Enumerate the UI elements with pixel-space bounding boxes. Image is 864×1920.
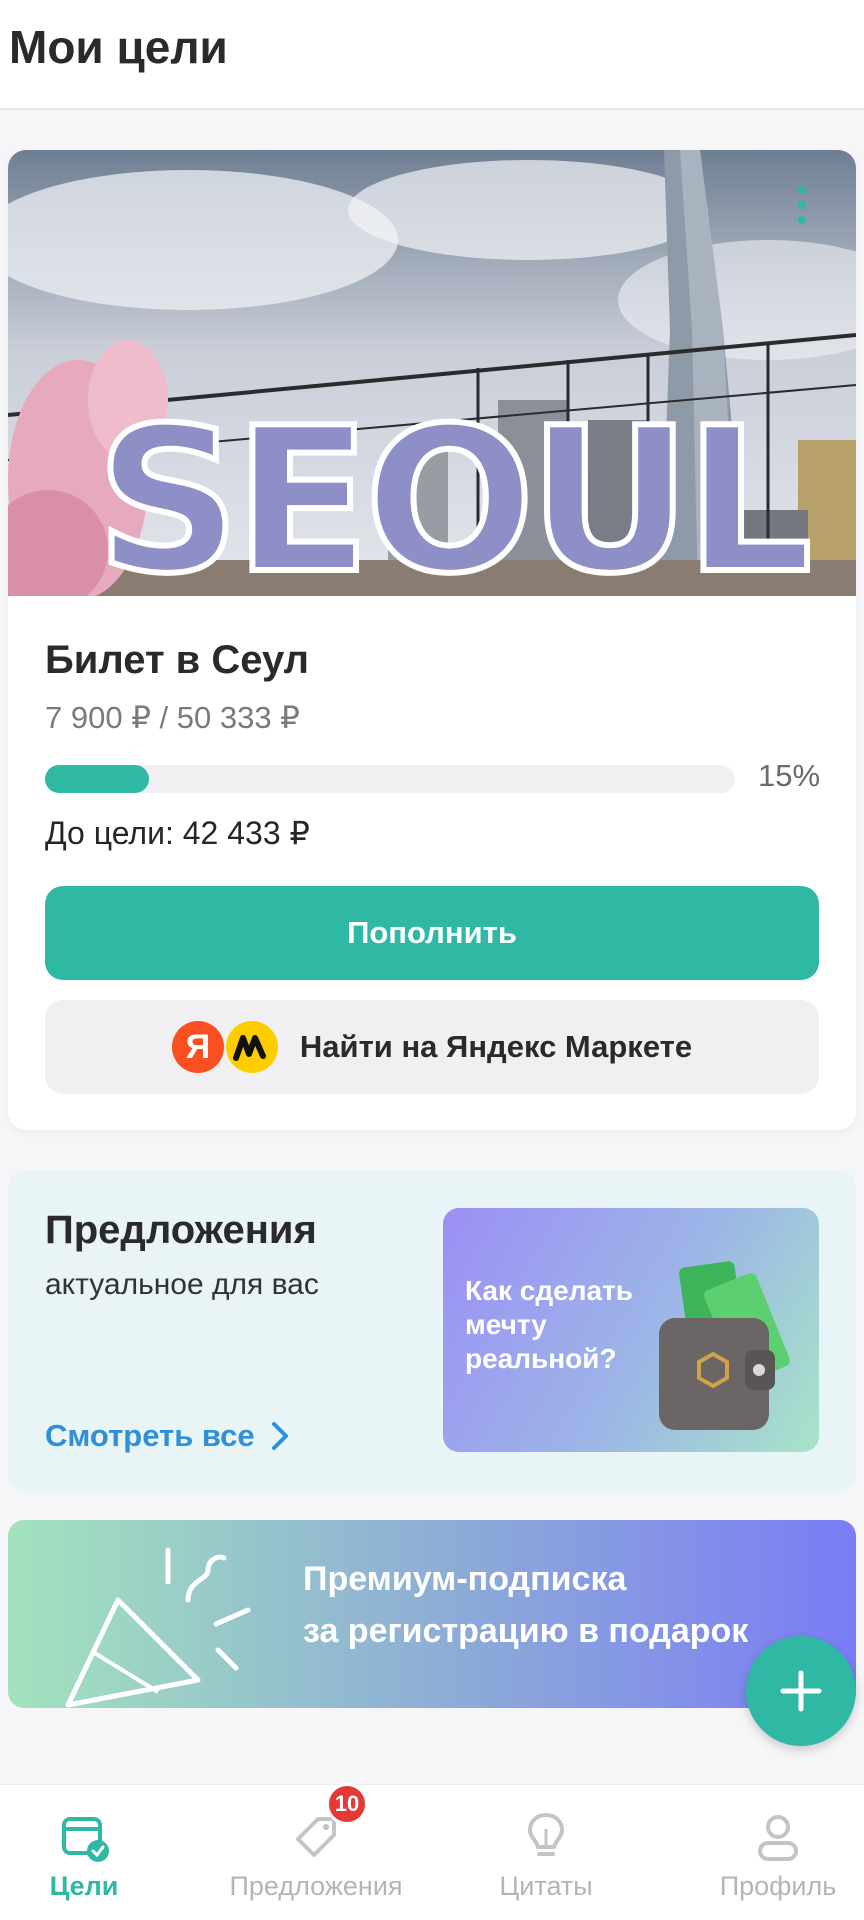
premium-banner[interactable]: Премиум-подписка за регистрацию в подаро… [8, 1520, 856, 1708]
topup-button[interactable]: Пополнить [45, 886, 819, 980]
offers-title: Предложения [45, 1208, 317, 1252]
promo-text: Как сделать мечту реальной? [465, 1275, 633, 1374]
goals-icon [62, 1817, 109, 1862]
nav-tab-goals[interactable]: Цели [0, 1809, 192, 1902]
premium-title: Премиум-подписка [303, 1560, 627, 1598]
nav-label-offers: Предложения [229, 1871, 403, 1901]
nav-tab-quotes[interactable]: Цитаты [438, 1809, 654, 1902]
profile-icon [758, 1815, 798, 1861]
goal-remaining: До цели: 42 433 ₽ [45, 815, 310, 851]
add-goal-button[interactable] [746, 1636, 856, 1746]
promo-tile[interactable]: Как сделать мечту реальной? [443, 1208, 819, 1452]
plus-icon [780, 1670, 822, 1712]
offers-card: Предложения актуальное для вас Смотреть … [8, 1170, 856, 1492]
wallet-icon [659, 1261, 790, 1430]
yandex-market-button[interactable]: Я Найти на Яндекс Маркете [45, 1000, 819, 1094]
premium-subtitle: за регистрацию в подарок [303, 1612, 749, 1650]
offers-badge: 10 [326, 1783, 368, 1825]
goal-progress-bar [45, 765, 735, 793]
goal-image: SEOUL [8, 150, 856, 596]
nav-label-goals: Цели [49, 1871, 119, 1901]
party-popper-icon [65, 1547, 251, 1708]
more-options-icon[interactable] [792, 186, 812, 232]
nav-tab-profile[interactable]: Профиль [670, 1809, 864, 1902]
goal-title: Билет в Сеул [45, 638, 310, 682]
goal-amount: 7 900 ₽ / 50 333 ₽ [45, 700, 300, 735]
nav-tab-offers[interactable]: Предложения [208, 1809, 424, 1902]
goal-progress-percent: 15% [758, 758, 821, 793]
chevron-right-icon [271, 1422, 288, 1450]
goal-progress-fill [45, 765, 149, 793]
seoul-sign: SEOUL [96, 385, 807, 596]
yandex-market-logo-icon [225, 1021, 278, 1073]
offers-subtitle: актуальное для вас [45, 1268, 319, 1301]
bottom-nav: Цели Предложения 10 Цитаты Профиль [0, 1783, 864, 1920]
yandex-market-label: Найти на Яндекс Маркете [299, 1029, 693, 1064]
page-title: Мои цели [9, 21, 228, 73]
lightbulb-icon [527, 1812, 565, 1856]
nav-label-profile: Профиль [719, 1871, 837, 1901]
app-header: Мои цели [0, 0, 864, 110]
see-all-link[interactable]: Смотреть все [45, 1418, 289, 1454]
yandex-logo-icon: Я [171, 1021, 224, 1073]
see-all-label: Смотреть все [45, 1418, 255, 1453]
goal-card[interactable]: SEOUL Билет в Сеул 7 900 ₽ / 50 333 ₽ 15… [8, 150, 856, 1130]
nav-label-quotes: Цитаты [499, 1871, 593, 1901]
